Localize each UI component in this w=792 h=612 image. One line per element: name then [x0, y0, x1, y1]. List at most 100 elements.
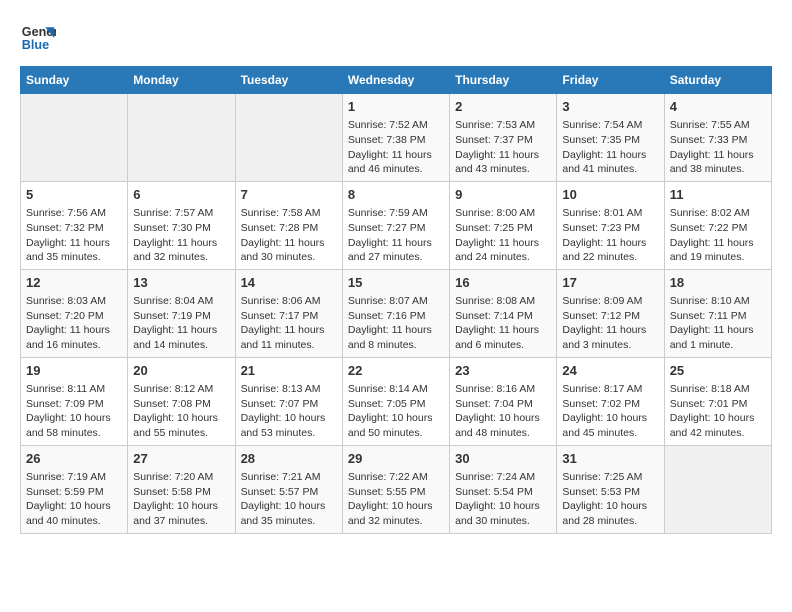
calendar-cell: 26 Sunrise: 7:19 AM Sunset: 5:59 PM Dayli…	[21, 445, 128, 533]
calendar-cell: 30 Sunrise: 7:24 AM Sunset: 5:54 PM Dayli…	[450, 445, 557, 533]
page-header: General Blue	[20, 20, 772, 56]
cell-content: Sunrise: 8:14 AM Sunset: 7:05 PM Dayligh…	[348, 382, 444, 441]
day-number: 31	[562, 450, 658, 468]
calendar-cell: 22Sunrise: 8:14 AM Sunset: 7:05 PM Dayli…	[342, 357, 449, 445]
calendar-cell: 23 Sunrise: 8:16 AM Sunset: 7:04 PM Dayli…	[450, 357, 557, 445]
cell-content: Sunrise: 7:59 AM Sunset: 7:27 PM Dayligh…	[348, 206, 444, 265]
cell-content: Sunrise: 7:22 AM Sunset: 5:55 PM Dayligh…	[348, 470, 444, 529]
week-row-5: 26 Sunrise: 7:19 AM Sunset: 5:59 PM Dayli…	[21, 445, 772, 533]
day-number: 25	[670, 362, 766, 380]
day-number: 10	[562, 186, 658, 204]
calendar-cell: 2Sunrise: 7:53 AM Sunset: 7:37 PM Daylig…	[450, 94, 557, 182]
day-number: 30	[455, 450, 551, 468]
calendar-cell: 15Sunrise: 8:07 AM Sunset: 7:16 PM Dayli…	[342, 269, 449, 357]
cell-content: Sunrise: 7:52 AM Sunset: 7:38 PM Dayligh…	[348, 118, 444, 177]
header-thursday: Thursday	[450, 67, 557, 94]
cell-content: Sunrise: 8:07 AM Sunset: 7:16 PM Dayligh…	[348, 294, 444, 353]
cell-content: Sunrise: 7:21 AM Sunset: 5:57 PM Dayligh…	[241, 470, 337, 529]
calendar-cell: 31 Sunrise: 7:25 AM Sunset: 5:53 PM Dayli…	[557, 445, 664, 533]
day-number: 23	[455, 362, 551, 380]
header-row: SundayMondayTuesdayWednesdayThursdayFrid…	[21, 67, 772, 94]
cell-content: Sunrise: 8:12 AM Sunset: 7:08 PM Dayligh…	[133, 382, 229, 441]
header-monday: Monday	[128, 67, 235, 94]
calendar-cell: 5Sunrise: 7:56 AM Sunset: 7:32 PM Daylig…	[21, 181, 128, 269]
header-tuesday: Tuesday	[235, 67, 342, 94]
calendar-cell: 16Sunrise: 8:08 AM Sunset: 7:14 PM Dayli…	[450, 269, 557, 357]
day-number: 1	[348, 98, 444, 116]
calendar-cell	[664, 445, 771, 533]
calendar-cell: 13Sunrise: 8:04 AM Sunset: 7:19 PM Dayli…	[128, 269, 235, 357]
cell-content: Sunrise: 8:03 AM Sunset: 7:20 PM Dayligh…	[26, 294, 122, 353]
week-row-4: 19 Sunrise: 8:11 AM Sunset: 7:09 PM Dayli…	[21, 357, 772, 445]
cell-content: Sunrise: 8:06 AM Sunset: 7:17 PM Dayligh…	[241, 294, 337, 353]
calendar-cell: 8 Sunrise: 7:59 AM Sunset: 7:27 PM Daylig…	[342, 181, 449, 269]
calendar-cell: 24 Sunrise: 8:17 AM Sunset: 7:02 PM Dayli…	[557, 357, 664, 445]
calendar-cell: 21 Sunrise: 8:13 AM Sunset: 7:07 PM Dayli…	[235, 357, 342, 445]
calendar-cell: 3 Sunrise: 7:54 AM Sunset: 7:35 PM Daylig…	[557, 94, 664, 182]
calendar-cell: 28 Sunrise: 7:21 AM Sunset: 5:57 PM Dayli…	[235, 445, 342, 533]
calendar-cell: 9 Sunrise: 8:00 AM Sunset: 7:25 PM Daylig…	[450, 181, 557, 269]
cell-content: Sunrise: 8:13 AM Sunset: 7:07 PM Dayligh…	[241, 382, 337, 441]
calendar-cell	[235, 94, 342, 182]
logo: General Blue	[20, 20, 60, 56]
calendar-cell: 7Sunrise: 7:58 AM Sunset: 7:28 PM Daylig…	[235, 181, 342, 269]
week-row-2: 5Sunrise: 7:56 AM Sunset: 7:32 PM Daylig…	[21, 181, 772, 269]
cell-content: Sunrise: 8:16 AM Sunset: 7:04 PM Dayligh…	[455, 382, 551, 441]
cell-content: Sunrise: 7:56 AM Sunset: 7:32 PM Dayligh…	[26, 206, 122, 265]
calendar-cell: 1 Sunrise: 7:52 AM Sunset: 7:38 PM Daylig…	[342, 94, 449, 182]
day-number: 8	[348, 186, 444, 204]
day-number: 17	[562, 274, 658, 292]
calendar-cell: 10 Sunrise: 8:01 AM Sunset: 7:23 PM Dayli…	[557, 181, 664, 269]
cell-content: Sunrise: 7:24 AM Sunset: 5:54 PM Dayligh…	[455, 470, 551, 529]
day-number: 24	[562, 362, 658, 380]
calendar-table: SundayMondayTuesdayWednesdayThursdayFrid…	[20, 66, 772, 534]
cell-content: Sunrise: 7:55 AM Sunset: 7:33 PM Dayligh…	[670, 118, 766, 177]
day-number: 29	[348, 450, 444, 468]
day-number: 12	[26, 274, 122, 292]
calendar-cell: 27Sunrise: 7:20 AM Sunset: 5:58 PM Dayli…	[128, 445, 235, 533]
svg-text:Blue: Blue	[22, 38, 49, 52]
day-number: 14	[241, 274, 337, 292]
day-number: 3	[562, 98, 658, 116]
day-number: 26	[26, 450, 122, 468]
cell-content: Sunrise: 7:54 AM Sunset: 7:35 PM Dayligh…	[562, 118, 658, 177]
cell-content: Sunrise: 8:02 AM Sunset: 7:22 PM Dayligh…	[670, 206, 766, 265]
week-row-1: 1 Sunrise: 7:52 AM Sunset: 7:38 PM Daylig…	[21, 94, 772, 182]
calendar-cell: 6Sunrise: 7:57 AM Sunset: 7:30 PM Daylig…	[128, 181, 235, 269]
cell-content: Sunrise: 7:20 AM Sunset: 5:58 PM Dayligh…	[133, 470, 229, 529]
calendar-cell: 4 Sunrise: 7:55 AM Sunset: 7:33 PM Daylig…	[664, 94, 771, 182]
calendar-cell: 29 Sunrise: 7:22 AM Sunset: 5:55 PM Dayli…	[342, 445, 449, 533]
day-number: 9	[455, 186, 551, 204]
day-number: 18	[670, 274, 766, 292]
day-number: 21	[241, 362, 337, 380]
calendar-cell: 20 Sunrise: 8:12 AM Sunset: 7:08 PM Dayli…	[128, 357, 235, 445]
cell-content: Sunrise: 8:09 AM Sunset: 7:12 PM Dayligh…	[562, 294, 658, 353]
day-number: 11	[670, 186, 766, 204]
header-saturday: Saturday	[664, 67, 771, 94]
logo-icon: General Blue	[20, 20, 56, 56]
day-number: 13	[133, 274, 229, 292]
calendar-cell: 18Sunrise: 8:10 AM Sunset: 7:11 PM Dayli…	[664, 269, 771, 357]
day-number: 4	[670, 98, 766, 116]
cell-content: Sunrise: 7:58 AM Sunset: 7:28 PM Dayligh…	[241, 206, 337, 265]
calendar-cell: 11 Sunrise: 8:02 AM Sunset: 7:22 PM Dayli…	[664, 181, 771, 269]
calendar-cell	[21, 94, 128, 182]
day-number: 19	[26, 362, 122, 380]
calendar-cell: 19 Sunrise: 8:11 AM Sunset: 7:09 PM Dayli…	[21, 357, 128, 445]
calendar-cell	[128, 94, 235, 182]
cell-content: Sunrise: 8:17 AM Sunset: 7:02 PM Dayligh…	[562, 382, 658, 441]
day-number: 2	[455, 98, 551, 116]
header-sunday: Sunday	[21, 67, 128, 94]
cell-content: Sunrise: 8:00 AM Sunset: 7:25 PM Dayligh…	[455, 206, 551, 265]
header-wednesday: Wednesday	[342, 67, 449, 94]
cell-content: Sunrise: 7:25 AM Sunset: 5:53 PM Dayligh…	[562, 470, 658, 529]
cell-content: Sunrise: 7:19 AM Sunset: 5:59 PM Dayligh…	[26, 470, 122, 529]
cell-content: Sunrise: 8:11 AM Sunset: 7:09 PM Dayligh…	[26, 382, 122, 441]
cell-content: Sunrise: 7:57 AM Sunset: 7:30 PM Dayligh…	[133, 206, 229, 265]
day-number: 28	[241, 450, 337, 468]
day-number: 20	[133, 362, 229, 380]
cell-content: Sunrise: 8:01 AM Sunset: 7:23 PM Dayligh…	[562, 206, 658, 265]
day-number: 16	[455, 274, 551, 292]
calendar-cell: 25Sunrise: 8:18 AM Sunset: 7:01 PM Dayli…	[664, 357, 771, 445]
header-friday: Friday	[557, 67, 664, 94]
